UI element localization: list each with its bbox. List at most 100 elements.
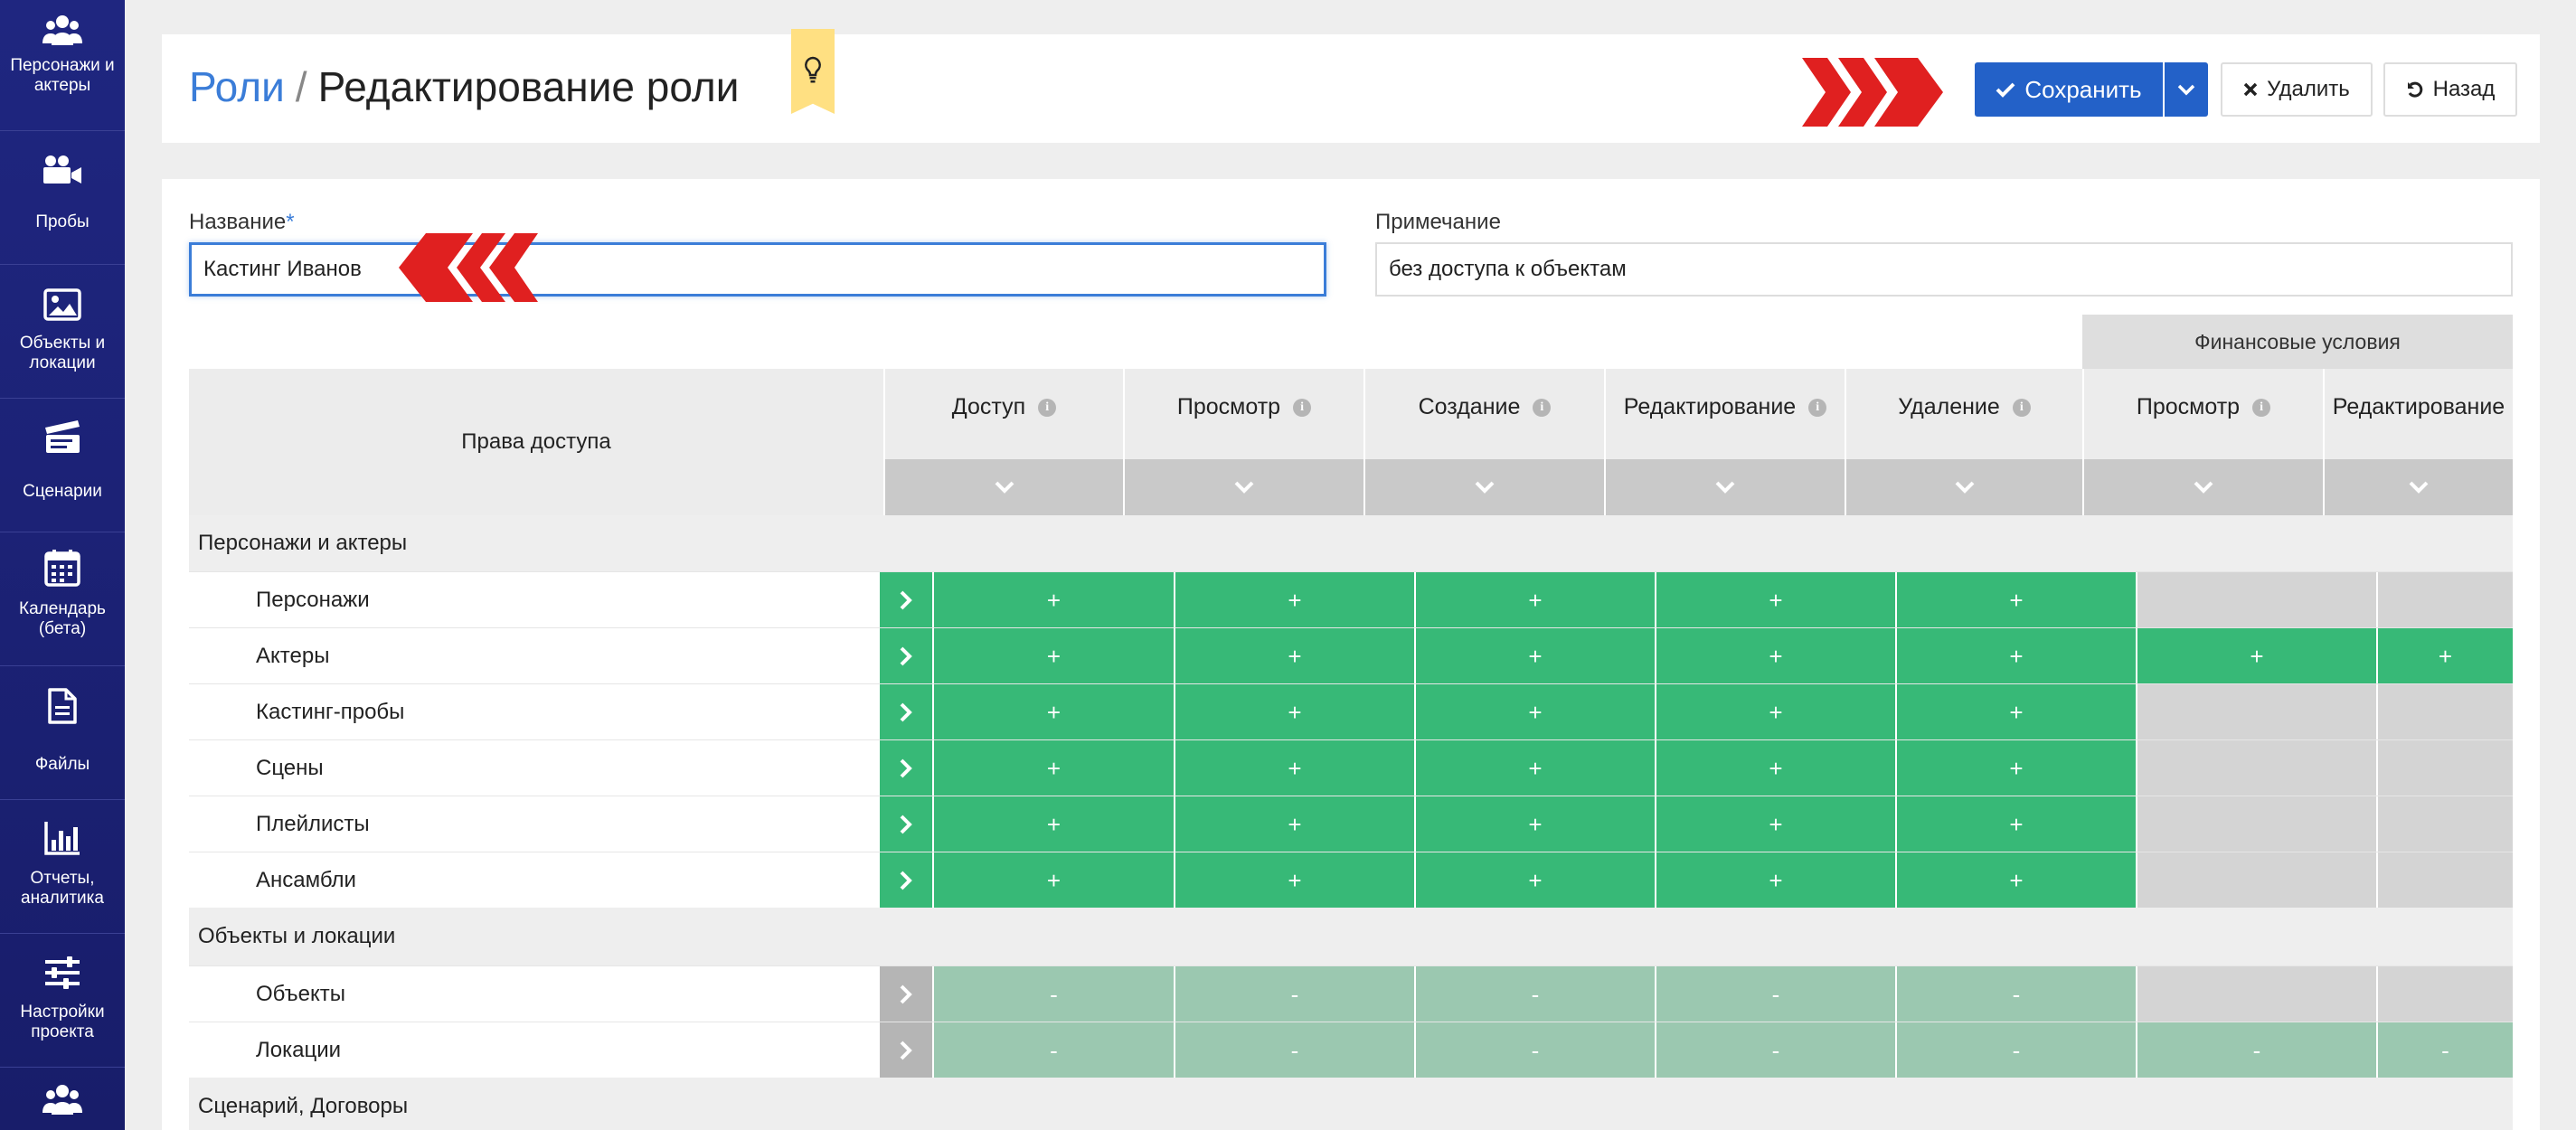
permission-cell[interactable]: - [1414, 966, 1655, 1022]
permission-cell[interactable] [2136, 852, 2376, 909]
permission-cell[interactable]: + [1174, 684, 1414, 740]
column-bulk-toggle[interactable] [1606, 459, 1845, 515]
permission-cell[interactable]: + [932, 852, 1174, 909]
permission-cell[interactable]: + [932, 740, 1174, 796]
column-bulk-toggle[interactable] [2325, 459, 2513, 515]
sidebar-item-reports[interactable]: Отчеты, аналитика [0, 800, 125, 934]
permission-cell[interactable]: + [1174, 740, 1414, 796]
permission-cell[interactable]: + [2376, 628, 2513, 684]
permission-cell[interactable]: + [1655, 740, 1895, 796]
permission-cell[interactable]: + [1895, 740, 2136, 796]
row-expand-button[interactable] [880, 1022, 932, 1078]
permission-cell[interactable]: + [1655, 852, 1895, 909]
save-button[interactable]: Сохранить [1975, 62, 2163, 117]
permission-cell[interactable]: - [1174, 966, 1414, 1022]
row-expand-button[interactable] [880, 572, 932, 628]
permission-cell[interactable]: + [1414, 740, 1655, 796]
permission-cell[interactable]: - [2136, 1022, 2376, 1078]
permission-cell[interactable]: + [932, 796, 1174, 852]
breadcrumb-roles-link[interactable]: Роли [189, 63, 285, 110]
info-icon[interactable]: i [2012, 399, 2031, 418]
permission-cell[interactable]: - [1655, 966, 1895, 1022]
note-input[interactable] [1375, 242, 2513, 297]
permission-cell[interactable]: + [1414, 796, 1655, 852]
hint-bookmark[interactable] [791, 29, 835, 114]
permission-cell[interactable]: + [1174, 572, 1414, 628]
permission-cell[interactable]: + [1174, 628, 1414, 684]
permission-cell[interactable] [2376, 852, 2513, 909]
sidebar-item-calendar[interactable]: Календарь (бета) [0, 532, 125, 666]
permission-cell[interactable]: - [932, 1022, 1174, 1078]
column-header: Удаление i [1845, 369, 2082, 515]
permission-cell[interactable] [2376, 740, 2513, 796]
permission-cell[interactable]: + [1655, 684, 1895, 740]
info-icon[interactable]: i [2252, 399, 2271, 418]
info-icon[interactable]: i [1038, 399, 1057, 418]
permission-cell[interactable]: + [1895, 796, 2136, 852]
column-bulk-toggle[interactable] [1846, 459, 2082, 515]
permission-cell[interactable]: - [1655, 1022, 1895, 1078]
permission-cell[interactable]: + [1655, 572, 1895, 628]
permission-cell[interactable]: - [1414, 1022, 1655, 1078]
permission-cell[interactable]: + [1655, 628, 1895, 684]
sidebar-item-objects-locations[interactable]: Объекты и локации [0, 265, 125, 399]
permission-cell[interactable]: + [1895, 628, 2136, 684]
row-expand-button[interactable] [880, 628, 932, 684]
permission-cell[interactable]: + [1174, 852, 1414, 909]
permission-cell[interactable] [2136, 740, 2376, 796]
sidebar-item-project-settings[interactable]: Настройки проекта [0, 934, 125, 1068]
permission-cell[interactable]: - [1895, 1022, 2136, 1078]
sidebar-item-files[interactable]: Файлы [0, 666, 125, 800]
permission-cell[interactable] [2376, 684, 2513, 740]
row-expand-button[interactable] [880, 796, 932, 852]
group-title: Объекты и локации [198, 924, 396, 948]
permission-cell[interactable]: + [1895, 684, 2136, 740]
permission-cell[interactable]: + [932, 628, 1174, 684]
permission-cell[interactable]: + [1655, 796, 1895, 852]
sidebar-label: Отчеты, [30, 869, 95, 888]
role-name-input[interactable] [189, 242, 1326, 297]
column-bulk-toggle[interactable] [885, 459, 1123, 515]
permission-cell[interactable]: - [1895, 966, 2136, 1022]
permission-cell[interactable] [2136, 572, 2376, 628]
permission-cell[interactable] [2376, 572, 2513, 628]
column-title: Редактирование [2325, 394, 2513, 420]
permission-cell[interactable]: - [1174, 1022, 1414, 1078]
row-expand-button[interactable] [880, 966, 932, 1022]
sidebar-item-users[interactable] [0, 1068, 125, 1130]
back-button[interactable]: Назад [2383, 62, 2517, 117]
column-bulk-toggle[interactable] [2084, 459, 2323, 515]
column-bulk-toggle[interactable] [1125, 459, 1363, 515]
permission-cell[interactable]: + [1414, 628, 1655, 684]
permission-cell[interactable]: + [1895, 852, 2136, 909]
row-expand-button[interactable] [880, 740, 932, 796]
permission-cell[interactable]: + [1174, 796, 1414, 852]
column-bulk-toggle[interactable] [1365, 459, 1604, 515]
save-options-dropdown[interactable] [2165, 62, 2208, 117]
permission-cell[interactable] [2376, 796, 2513, 852]
sidebar-item-auditions[interactable]: Пробы [0, 131, 125, 265]
permission-cell[interactable]: + [1414, 572, 1655, 628]
delete-button[interactable]: Удалить [2221, 62, 2373, 117]
info-icon[interactable]: i [1808, 399, 1827, 418]
permission-cell[interactable]: + [932, 572, 1174, 628]
permission-cell[interactable]: + [1895, 572, 2136, 628]
row-expand-button[interactable] [880, 852, 932, 909]
permission-cell[interactable]: - [2376, 1022, 2513, 1078]
permission-cell[interactable]: - [932, 966, 1174, 1022]
row-expand-button[interactable] [880, 684, 932, 740]
column-header: Создание i [1363, 369, 1604, 515]
permission-cell[interactable] [2376, 966, 2513, 1022]
info-icon[interactable]: i [1293, 399, 1312, 418]
sidebar-label: локации [29, 353, 96, 372]
permission-cell[interactable] [2136, 684, 2376, 740]
info-icon[interactable]: i [1533, 399, 1552, 418]
permission-cell[interactable]: + [2136, 628, 2376, 684]
permission-cell[interactable]: + [1414, 684, 1655, 740]
permission-cell[interactable] [2136, 966, 2376, 1022]
permission-cell[interactable] [2136, 796, 2376, 852]
permission-cell[interactable]: + [1414, 852, 1655, 909]
sidebar-item-scripts[interactable]: Сценарии [0, 399, 125, 532]
sidebar-item-characters-actors[interactable]: Персонажи и актеры [0, 0, 125, 131]
permission-cell[interactable]: + [932, 684, 1174, 740]
